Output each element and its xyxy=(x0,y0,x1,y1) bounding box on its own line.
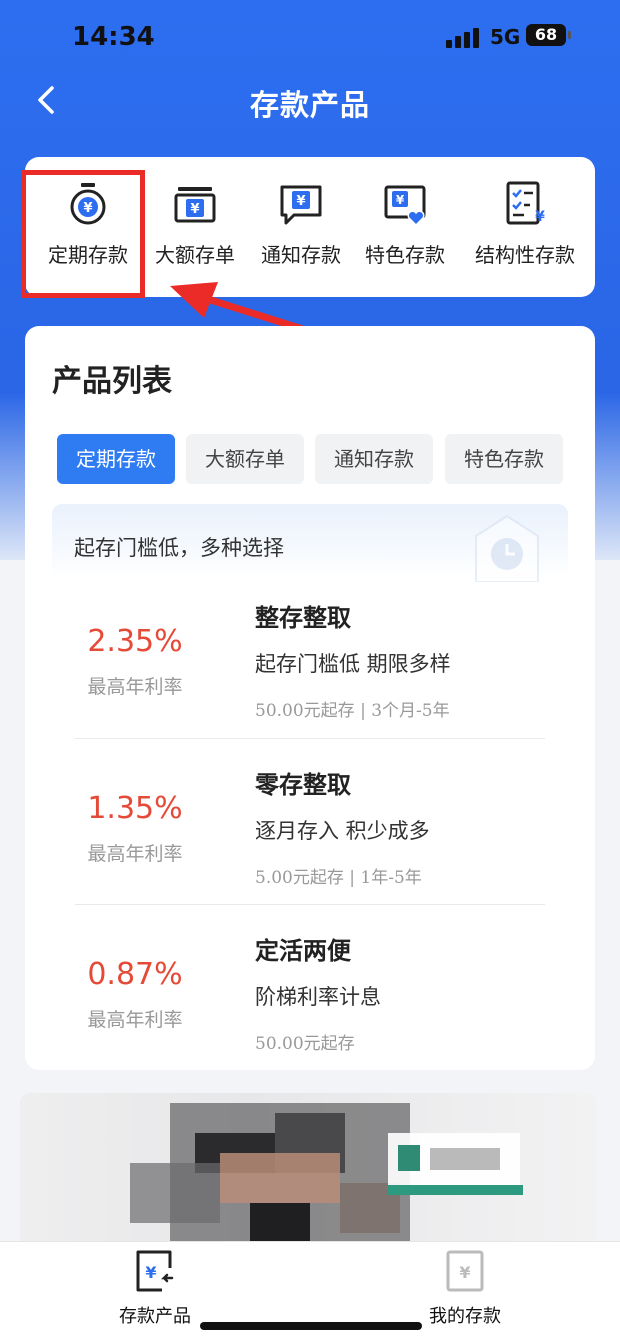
category-label: 结构性存款 xyxy=(475,243,575,267)
deposit-products-icon: ¥ xyxy=(136,1250,174,1292)
product-list-title: 产品列表 xyxy=(52,364,172,399)
product-rate: 2.35% xyxy=(87,624,183,659)
tab-label: 存款产品 xyxy=(119,1306,191,1327)
category-structured-deposit[interactable]: ¥ 结构性存款 xyxy=(465,181,585,268)
category-label: 通知存款 xyxy=(261,243,341,267)
intro-banner: 起存门槛低，多种选择 xyxy=(52,504,568,582)
product-rate: 1.35% xyxy=(87,791,183,826)
tab-fixed-deposit[interactable]: 定期存款 xyxy=(57,434,175,484)
svg-text:¥: ¥ xyxy=(396,193,405,207)
tab-notice-deposit[interactable]: 通知存款 xyxy=(315,434,433,484)
product-rate-label: 最高年利率 xyxy=(87,1009,183,1031)
signal-icon xyxy=(446,28,480,48)
product-description: 逐月存入 积少成多 xyxy=(255,819,430,843)
product-name: 整存整取 xyxy=(255,604,351,632)
product-rate: 0.87% xyxy=(87,957,183,992)
product-list-card: 产品列表 定期存款 大额存单 通知存款 特色存款 起存门槛低，多种选择 2.35… xyxy=(25,326,595,1070)
svg-text:¥: ¥ xyxy=(190,202,199,217)
product-item[interactable]: 2.35% 最高年利率 整存整取 起存门槛低 期限多样 50.00元起存 | 3… xyxy=(75,580,545,746)
product-description: 阶梯利率计息 xyxy=(255,985,381,1009)
product-terms: 50.00元起存 xyxy=(255,1034,355,1054)
network-type: 5G xyxy=(490,25,521,49)
category-label: 特色存款 xyxy=(365,243,445,267)
divider xyxy=(75,738,545,739)
category-special-deposit[interactable]: ¥ 特色存款 xyxy=(355,181,455,268)
navigation-bar: 存款产品 xyxy=(0,74,620,128)
annotation-highlight-box xyxy=(21,170,145,298)
tab-deposit-products[interactable]: ¥ 存款产品 xyxy=(95,1248,215,1328)
category-label: 大额存单 xyxy=(155,243,235,267)
heart-card-yuan-icon: ¥ xyxy=(384,185,426,227)
svg-text:¥: ¥ xyxy=(535,209,545,225)
tab-special-deposit[interactable]: 特色存款 xyxy=(445,434,563,484)
product-terms: 5.00元起存 | 1年-5年 xyxy=(255,868,422,888)
category-large-cd[interactable]: ¥ 大额存单 xyxy=(143,181,247,268)
checklist-yuan-icon: ¥ xyxy=(506,181,545,225)
svg-text:¥: ¥ xyxy=(145,1263,156,1282)
tab-large-cd[interactable]: 大额存单 xyxy=(186,434,304,484)
product-description: 起存门槛低 期限多样 xyxy=(255,652,451,676)
product-item[interactable]: 0.87% 最高年利率 定活两便 阶梯利率计息 50.00元起存 xyxy=(75,913,545,1070)
clock-house-icon xyxy=(475,514,539,582)
svg-text:¥: ¥ xyxy=(459,1263,470,1282)
box-yuan-icon: ¥ xyxy=(174,187,216,223)
home-indicator xyxy=(200,1322,422,1330)
product-rate-label: 最高年利率 xyxy=(87,843,183,865)
status-bar: 14:34 5G 68 xyxy=(0,0,620,74)
category-notice-deposit[interactable]: ¥ 通知存款 xyxy=(251,181,351,268)
tab-my-deposits[interactable]: ¥ 我的存款 xyxy=(405,1248,525,1328)
product-terms: 50.00元起存 | 3个月-5年 xyxy=(255,701,450,721)
message-yuan-icon: ¥ xyxy=(280,185,322,225)
status-time: 14:34 xyxy=(72,22,155,52)
divider xyxy=(75,904,545,905)
tab-label: 我的存款 xyxy=(429,1306,501,1327)
product-name: 定活两便 xyxy=(255,937,351,965)
page-title: 存款产品 xyxy=(249,88,370,122)
product-rate-label: 最高年利率 xyxy=(87,676,183,698)
battery-icon: 68 xyxy=(526,24,571,46)
my-deposits-icon: ¥ xyxy=(446,1250,484,1292)
promo-banner[interactable] xyxy=(20,1093,596,1253)
product-name: 零存整取 xyxy=(255,771,351,799)
product-item[interactable]: 1.35% 最高年利率 零存整取 逐月存入 积少成多 5.00元起存 | 1年-… xyxy=(75,747,545,913)
svg-text:¥: ¥ xyxy=(296,194,305,209)
banner-text: 起存门槛低，多种选择 xyxy=(74,536,284,560)
